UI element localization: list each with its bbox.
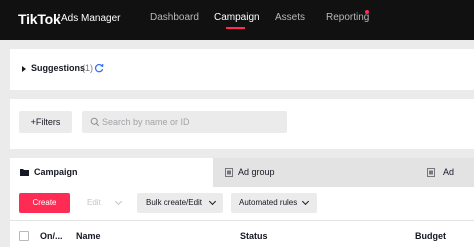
column-header-name[interactable]: Name xyxy=(76,231,101,241)
campaign-table-panel: Create Edit Bulk create/Edit Automated r… xyxy=(10,187,474,247)
level-tabs: Campaign Ad group Ad xyxy=(10,158,474,187)
chevron-down-icon xyxy=(114,197,123,206)
chevron-down-icon xyxy=(301,197,310,206)
filter-bar: +Filters xyxy=(10,99,474,149)
table-header-row: On/... Name Status Budget xyxy=(10,220,474,247)
tab-ad-group-label: Ad group xyxy=(238,167,275,177)
notification-dot xyxy=(365,10,369,14)
column-header-on-off[interactable]: On/... xyxy=(40,231,63,241)
suggestions-count: (1) xyxy=(82,63,93,73)
bulk-create-edit-label: Bulk create/Edit xyxy=(146,198,203,207)
filters-button[interactable]: +Filters xyxy=(19,111,72,133)
search-input[interactable] xyxy=(102,111,282,133)
document-icon xyxy=(427,168,435,177)
select-all-checkbox[interactable] xyxy=(19,231,29,241)
tab-ad-label: Ad xyxy=(443,167,455,177)
suggestions-panel: Suggestions (1) xyxy=(10,49,474,90)
tiktok-logo[interactable]: TikTok xyxy=(18,11,61,27)
edit-dropdown[interactable]: Edit xyxy=(78,193,130,213)
column-header-status[interactable]: Status xyxy=(240,231,268,241)
nav-assets[interactable]: Assets xyxy=(275,12,305,23)
tab-ad-group[interactable]: Ad group xyxy=(213,158,413,187)
create-button[interactable]: Create xyxy=(19,193,70,213)
column-header-budget[interactable]: Budget xyxy=(415,231,446,241)
tab-campaign-label: Campaign xyxy=(34,167,78,177)
expand-caret-icon[interactable] xyxy=(22,66,26,72)
edit-label: Edit xyxy=(87,198,101,207)
search-box[interactable] xyxy=(82,111,287,133)
logo-separator-dot xyxy=(58,14,60,16)
nav-dashboard[interactable]: Dashboard xyxy=(150,12,199,23)
ads-manager-label: Ads Manager xyxy=(61,13,121,24)
tab-ad[interactable]: Ad xyxy=(413,158,474,187)
top-nav-bar: TikTok Ads Manager Dashboard Campaign As… xyxy=(0,0,474,40)
nav-active-indicator xyxy=(226,27,245,29)
bulk-create-edit-dropdown[interactable]: Bulk create/Edit xyxy=(137,193,223,213)
suggestions-label[interactable]: Suggestions xyxy=(31,63,85,73)
refresh-icon[interactable] xyxy=(94,63,104,73)
document-icon xyxy=(225,168,233,177)
nav-reporting[interactable]: Reporting xyxy=(326,12,369,23)
nav-campaign[interactable]: Campaign xyxy=(214,12,260,23)
automated-rules-dropdown[interactable]: Automated rules xyxy=(231,193,317,213)
search-icon xyxy=(90,117,100,127)
folder-icon xyxy=(20,169,29,176)
tab-campaign[interactable]: Campaign xyxy=(10,158,213,187)
automated-rules-label: Automated rules xyxy=(239,198,298,207)
chevron-down-icon xyxy=(208,197,217,206)
